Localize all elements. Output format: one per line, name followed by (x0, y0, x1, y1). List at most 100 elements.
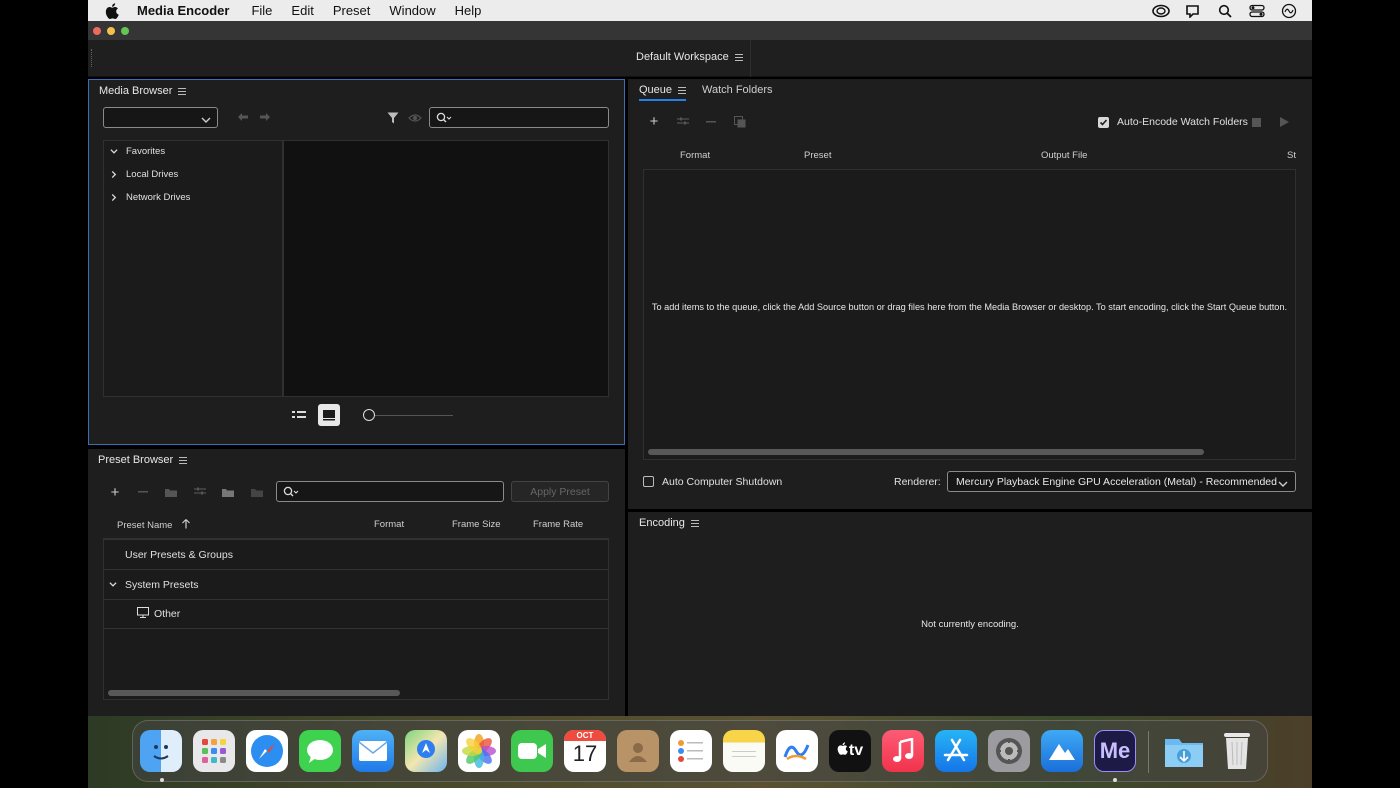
location-dropdown[interactable] (103, 107, 218, 128)
add-preset-icon[interactable]: + (108, 484, 122, 501)
dock-music[interactable] (882, 730, 924, 772)
stop-queue-icon[interactable] (1250, 116, 1262, 128)
dock-facetime[interactable] (511, 730, 553, 772)
chevron-down-icon[interactable] (109, 581, 117, 589)
tree-item-favorites[interactable]: Favorites (110, 146, 165, 157)
minimize-window-button[interactable] (107, 26, 115, 35)
dock-messages[interactable] (299, 730, 341, 772)
export-preset-icon[interactable] (250, 485, 264, 499)
remove-preset-icon[interactable] (137, 485, 149, 499)
tree-item-network-drives[interactable]: Network Drives (110, 192, 190, 203)
app-menu[interactable]: Media Encoder (137, 3, 229, 18)
dock-tv[interactable]: tv (829, 730, 871, 772)
add-source-icon[interactable]: + (647, 113, 661, 130)
menu-help[interactable]: Help (455, 3, 482, 18)
preset-row-user-presets[interactable]: User Presets & Groups (103, 539, 609, 569)
icon-view-icon[interactable] (318, 404, 340, 426)
workspace-switcher[interactable]: Default Workspace (636, 51, 743, 63)
workspace-menu-icon[interactable] (734, 53, 743, 61)
apple-menu-icon[interactable] (105, 2, 121, 19)
tab-queue[interactable]: Queue (639, 84, 687, 101)
preset-settings-icon[interactable] (193, 485, 207, 499)
dock-notes[interactable] (723, 730, 765, 772)
creative-cloud-icon[interactable] (1152, 3, 1170, 19)
chevron-right-icon[interactable] (110, 170, 118, 179)
dock-calendar[interactable]: OCT 17 (564, 730, 606, 772)
tree-item-local-drives[interactable]: Local Drives (110, 169, 178, 180)
dock-altitude[interactable] (1041, 730, 1083, 772)
back-arrow-icon[interactable] (237, 111, 249, 123)
preset-row-other[interactable]: Other (103, 599, 609, 629)
media-content-area (283, 140, 609, 397)
zoom-window-button[interactable] (121, 26, 129, 35)
renderer-dropdown[interactable]: Mercury Playback Engine GPU Acceleration… (947, 471, 1296, 492)
create-group-icon[interactable] (164, 485, 178, 499)
apple-tv-logo-icon (837, 742, 848, 760)
dock-safari[interactable] (246, 730, 288, 772)
dock-app-store[interactable] (935, 730, 977, 772)
auto-shutdown-checkbox[interactable] (643, 476, 654, 487)
dock-trash[interactable] (1216, 730, 1258, 772)
zoom-slider[interactable] (363, 409, 455, 421)
remove-item-icon[interactable] (705, 115, 717, 129)
start-queue-icon[interactable] (1278, 116, 1290, 128)
menu-preset[interactable]: Preset (333, 3, 371, 18)
preset-horizontal-scrollbar[interactable] (108, 690, 400, 696)
dock-freeform[interactable] (776, 730, 818, 772)
preset-row-system-presets[interactable]: System Presets (103, 569, 609, 599)
close-window-button[interactable] (93, 26, 101, 35)
notification-icon[interactable] (1184, 3, 1202, 19)
column-queue-output-file[interactable]: Output File (1041, 150, 1087, 161)
workspace-label: Default Workspace (636, 51, 729, 63)
column-queue-status[interactable]: St (1287, 150, 1296, 161)
menu-window[interactable]: Window (389, 3, 435, 18)
queue-drop-area[interactable] (643, 169, 1296, 460)
list-view-icon[interactable] (292, 408, 306, 422)
filter-icon[interactable] (386, 111, 400, 125)
auto-encode-checkbox[interactable] (1098, 117, 1109, 128)
calendar-day: 17 (572, 741, 598, 766)
control-center-icon[interactable] (1248, 3, 1266, 19)
preset-browser-menu-icon[interactable] (179, 456, 188, 464)
column-frame-size[interactable]: Frame Size (452, 519, 501, 530)
dock-media-encoder[interactable]: Me (1094, 730, 1136, 772)
column-queue-format[interactable]: Format (680, 150, 710, 161)
menu-edit[interactable]: Edit (291, 3, 313, 18)
chevron-right-icon[interactable] (110, 193, 118, 202)
dock-launchpad[interactable] (193, 730, 235, 772)
dock-finder[interactable] (140, 730, 182, 772)
siri-icon[interactable] (1280, 3, 1298, 19)
apply-preset-button[interactable]: Apply Preset (511, 481, 609, 502)
chevron-down-icon[interactable] (110, 148, 118, 156)
menu-file[interactable]: File (251, 3, 272, 18)
queue-menu-icon[interactable] (678, 86, 687, 94)
zoom-slider-handle[interactable] (363, 409, 375, 421)
preset-search-input[interactable] (276, 481, 504, 502)
workspace-grip[interactable] (91, 49, 94, 67)
import-preset-icon[interactable] (221, 485, 235, 499)
dock-maps[interactable] (405, 730, 447, 772)
media-search-input[interactable] (429, 107, 609, 128)
encoding-menu-icon[interactable] (690, 519, 699, 527)
dock-photos[interactable] (458, 730, 500, 772)
queue-settings-icon[interactable] (676, 115, 690, 129)
tab-watch-folders[interactable]: Watch Folders (702, 84, 773, 96)
column-format[interactable]: Format (374, 519, 404, 530)
dock-mail[interactable] (352, 730, 394, 772)
dock-system-settings[interactable] (988, 730, 1030, 772)
dock-contacts[interactable] (617, 730, 659, 772)
eye-icon[interactable] (408, 111, 422, 125)
spotlight-search-icon[interactable] (1216, 3, 1234, 19)
media-browser-menu-icon[interactable] (178, 87, 187, 95)
column-frame-rate[interactable]: Frame Rate (533, 519, 583, 530)
forward-arrow-icon[interactable] (259, 111, 271, 123)
dock-reminders[interactable] (670, 730, 712, 772)
dock: OCT 17 tv Me (132, 720, 1268, 782)
dock-downloads-folder[interactable] (1163, 730, 1205, 772)
queue-horizontal-scrollbar[interactable] (648, 449, 1204, 455)
column-preset-name[interactable]: Preset Name (117, 519, 191, 532)
preset-browser-header: Preset Browser (98, 454, 188, 466)
column-queue-preset[interactable]: Preset (804, 150, 831, 161)
duplicate-icon[interactable] (733, 115, 747, 129)
sort-up-icon[interactable] (182, 519, 191, 532)
